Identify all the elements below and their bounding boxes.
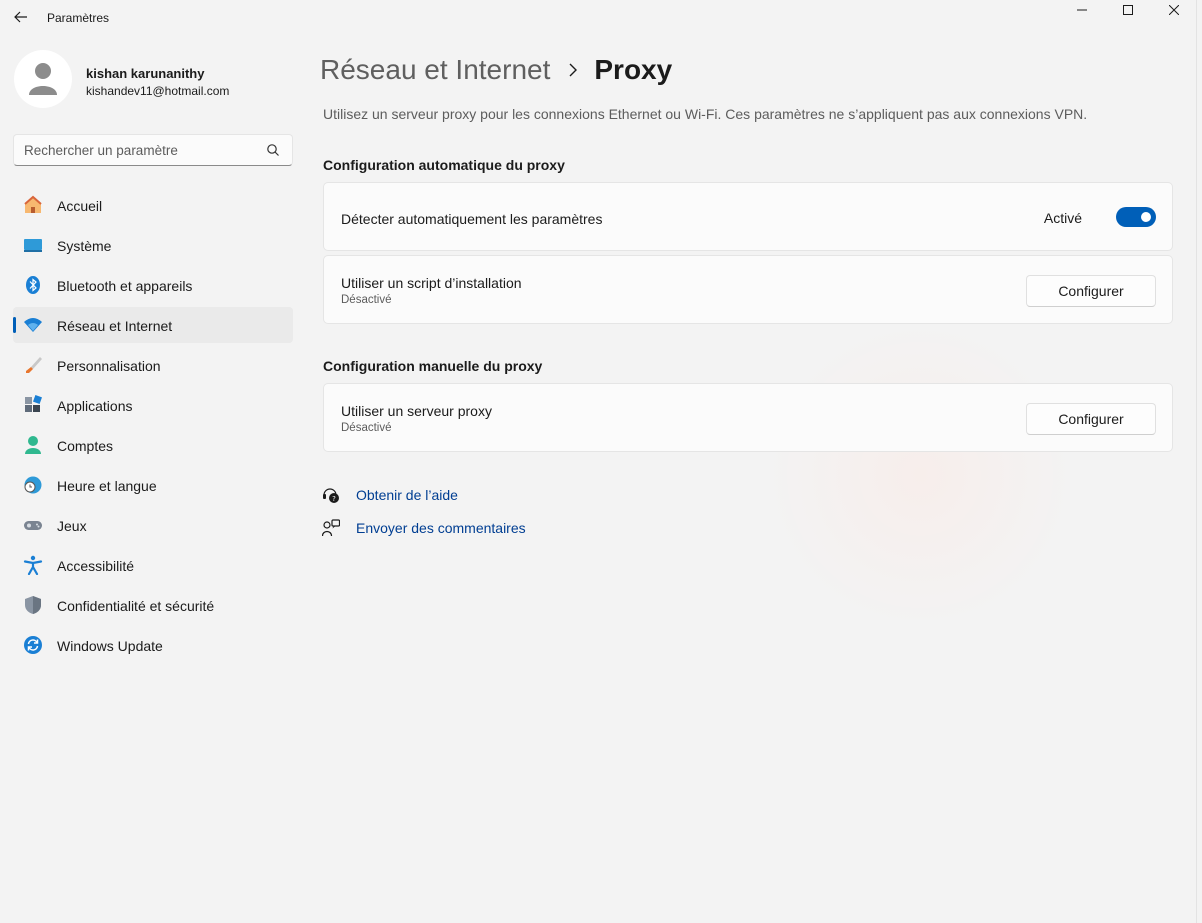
title-bar: Paramètres [0,0,1202,36]
sidebar-item-bluetooth[interactable]: Bluetooth et appareils [13,267,293,303]
sidebar-item-label: Bluetooth et appareils [57,278,193,294]
get-help-link[interactable]: Obtenir de l’aide [356,487,458,503]
back-arrow-icon [14,11,27,23]
maximize-icon [1123,5,1133,15]
setup-script-status: Désactivé [341,294,392,306]
user-name: kishan karunanithy [86,66,205,81]
close-button[interactable] [1151,0,1197,20]
sidebar-item-label: Accueil [57,198,103,214]
sidebar-nav: Accueil Système Bluetooth et appareils R… [13,187,293,667]
sidebar-item-systeme[interactable]: Système [13,227,293,263]
feedback-icon [322,519,340,537]
section-title-auto: Configuration automatique du proxy [323,157,565,173]
back-button[interactable] [8,4,34,30]
feedback-link-row[interactable]: Envoyer des commentaires [322,517,526,539]
sidebar-item-heure-langue[interactable]: Heure et langue [13,467,293,503]
configure-script-button[interactable]: Configurer [1026,275,1156,307]
sidebar-item-label: Comptes [57,438,114,454]
page-description: Utilisez un serveur proxy pour les conne… [323,106,1088,122]
detect-settings-toggle[interactable] [1116,207,1156,227]
help-icon: ? [323,488,339,503]
sidebar-item-accessibilite[interactable]: Accessibilité [13,547,293,583]
sidebar-item-personnalisation[interactable]: Personnalisation [13,347,293,383]
bluetooth-icon [26,276,40,294]
setting-card-script: Utiliser un script d’installation Désact… [323,255,1173,324]
maximize-button[interactable] [1105,0,1151,20]
setting-card-detect: Détecter automatiquement les paramètres … [323,182,1173,251]
sidebar-item-label: Jeux [57,518,87,534]
chevron-right-icon [569,63,578,77]
sidebar-item-jeux[interactable]: Jeux [13,507,293,543]
person-icon [29,63,57,95]
search-icon[interactable] [266,143,280,157]
app-title: Paramètres [47,11,110,25]
configure-proxy-button[interactable]: Configurer [1026,403,1156,435]
proxy-server-label: Utiliser un serveur proxy [341,403,492,419]
section-title-manual: Configuration manuelle du proxy [323,358,543,374]
account-icon [25,436,41,454]
close-icon [1169,5,1179,15]
sidebar-item-label: Système [57,238,112,254]
system-icon [24,239,42,252]
page-title: Proxy [594,54,673,85]
detect-settings-label: Détecter automatiquement les paramètres [341,211,603,227]
sidebar-item-label: Applications [57,398,133,414]
user-email: kishandev11@hotmail.com [86,84,230,98]
sidebar-item-confidentialite[interactable]: Confidentialité et sécurité [13,587,293,623]
sidebar-item-label: Personnalisation [57,358,161,374]
update-icon [24,636,42,654]
apps-icon [25,395,42,412]
gamepad-icon [24,521,42,530]
sidebar-item-label: Confidentialité et sécurité [57,598,215,614]
sidebar-item-label: Réseau et Internet [57,318,173,334]
brush-icon [26,357,42,373]
sidebar-item-reseau[interactable]: Réseau et Internet [13,307,293,343]
avatar [14,50,72,108]
sidebar-item-windows-update[interactable]: Windows Update [13,627,293,663]
minimize-icon [1077,9,1087,11]
help-link-row[interactable]: ? Obtenir de l’aide [322,484,458,506]
setting-card-proxy-server: Utiliser un serveur proxy Désactivé Conf… [323,383,1173,452]
sidebar-item-label: Windows Update [57,638,163,654]
toggle-knob [1141,212,1151,222]
background-glow [760,330,1080,620]
shield-icon [25,596,41,614]
home-icon [24,195,42,213]
adjacent-window-edge [1196,0,1202,923]
time-language-icon [24,476,42,494]
sidebar-item-applications[interactable]: Applications [13,387,293,423]
send-feedback-link[interactable]: Envoyer des commentaires [356,520,526,536]
user-profile[interactable]: kishan karunanithy kishandev11@hotmail.c… [14,50,294,110]
minimize-button[interactable] [1059,0,1105,20]
sidebar-item-label: Accessibilité [57,558,135,574]
svg-text:?: ? [332,495,336,503]
search-box[interactable] [13,134,293,166]
sidebar-item-comptes[interactable]: Comptes [13,427,293,463]
breadcrumb-parent[interactable]: Réseau et Internet [320,54,550,86]
breadcrumb: Réseau et Internet Proxy [320,50,672,90]
sidebar-item-label: Heure et langue [57,478,157,494]
wifi-icon [24,318,42,332]
sidebar-item-accueil[interactable]: Accueil [13,187,293,223]
search-input[interactable] [14,135,260,165]
setup-script-label: Utiliser un script d’installation [341,275,522,291]
toggle-state-label: Activé [1043,210,1082,226]
proxy-server-status: Désactivé [341,422,392,434]
accessibility-icon [23,555,43,575]
